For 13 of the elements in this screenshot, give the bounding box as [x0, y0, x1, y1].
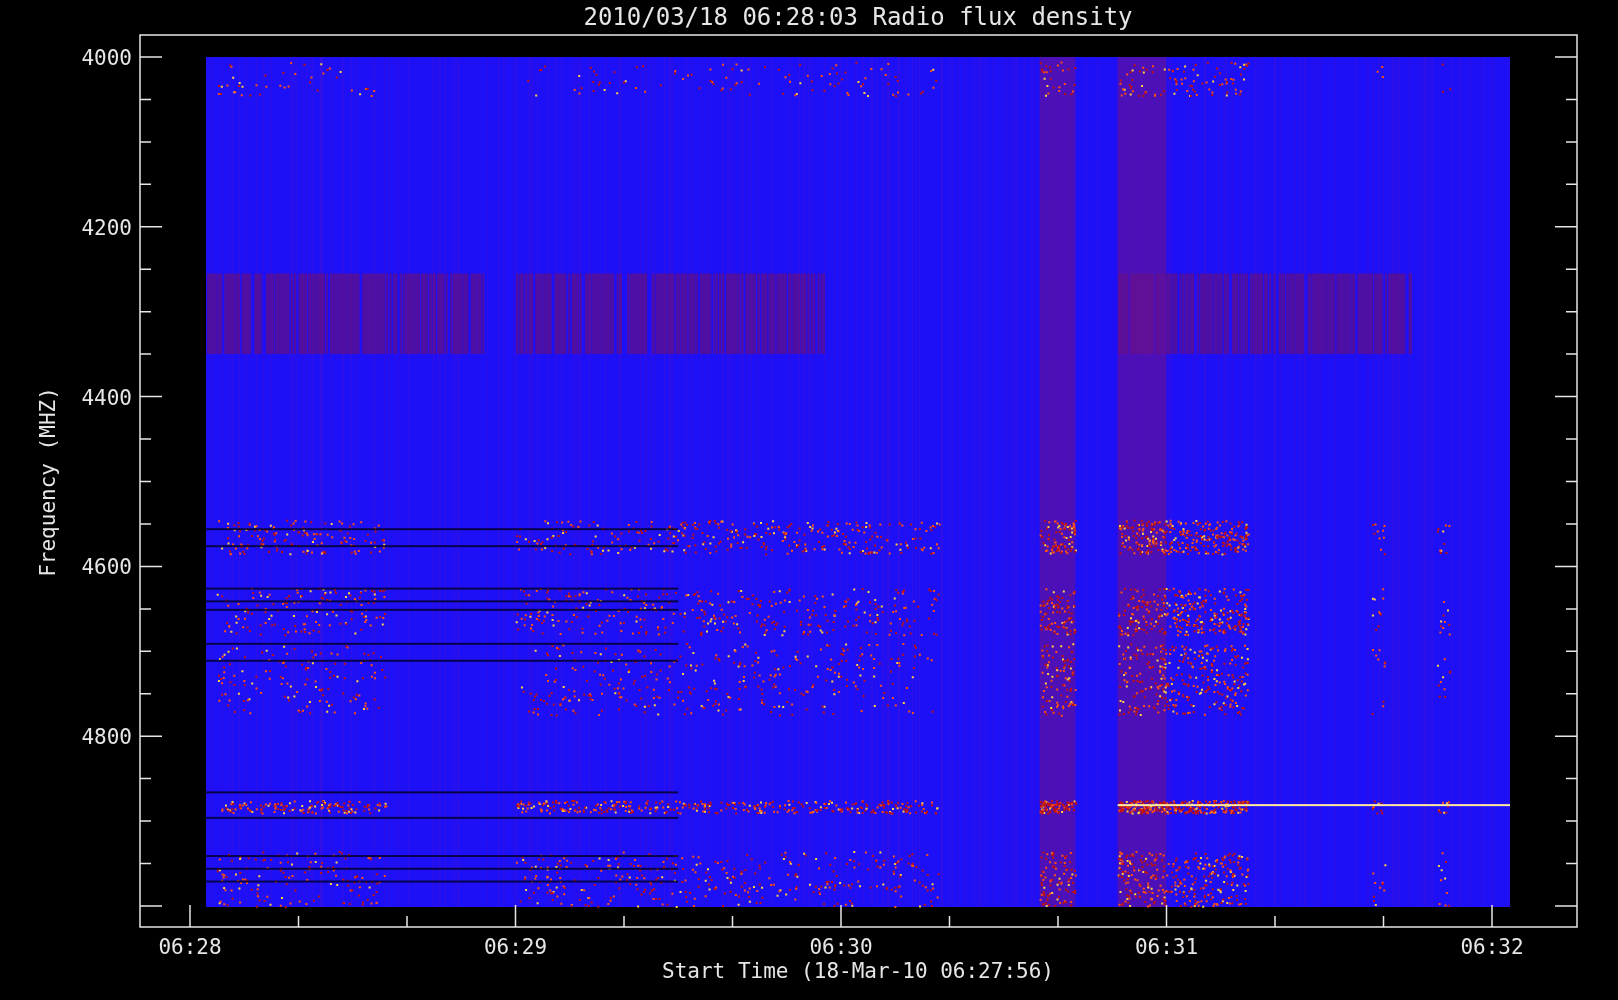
x-tick-label: 06:32: [1460, 935, 1524, 959]
y-axis-label: Frequency (MHZ): [36, 387, 60, 577]
y-tick-label: 4200: [81, 215, 132, 240]
x-axis-label: Start Time (18-Mar-10 06:27:56): [662, 959, 1054, 983]
y-tick-label: 4400: [81, 385, 132, 410]
y-tick-label: 4600: [81, 555, 132, 580]
y-tick-label: 4800: [81, 725, 132, 750]
plot-title: 2010/03/18 06:28:03 Radio flux density: [583, 3, 1133, 31]
x-tick-label: 06:30: [809, 935, 873, 959]
x-tick-label: 06:31: [1134, 935, 1199, 959]
y-tick-label: 4000: [81, 46, 132, 70]
x-tick-label: 06:28: [158, 935, 222, 959]
x-tick-label: 06:29: [483, 935, 548, 959]
